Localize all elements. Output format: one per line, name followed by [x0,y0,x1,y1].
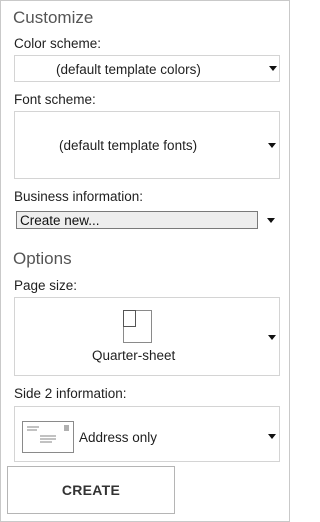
page-size-label: Page size: [14,278,78,293]
color-scheme-dropdown[interactable]: (default template colors) [14,55,280,82]
side2-info-value: Address only [79,430,158,445]
side2-info-label: Side 2 information: [14,386,127,401]
options-heading: Options [13,249,72,268]
chevron-down-icon[interactable] [267,218,275,223]
business-info-label: Business information: [14,189,144,204]
side2-info-dropdown[interactable]: Address only [14,406,280,462]
color-scheme-value: (default template colors) [56,62,201,77]
chevron-down-icon[interactable] [268,335,276,340]
create-button[interactable]: CREATE [7,466,175,514]
font-scheme-label: Font scheme: [14,92,96,107]
customize-heading: Customize [13,8,94,27]
business-info-dropdown[interactable]: Create new... [16,211,258,229]
business-info-value: Create new... [20,213,100,228]
font-scheme-dropdown[interactable]: (default template fonts) [14,111,280,179]
address-card-icon [22,421,74,453]
chevron-down-icon[interactable] [269,66,277,71]
chevron-down-icon[interactable] [268,434,276,439]
customize-panel: Customize Color scheme: (default templat… [0,0,290,522]
page-size-value: Quarter-sheet [92,348,176,363]
color-scheme-label: Color scheme: [14,36,102,51]
font-scheme-value: (default template fonts) [59,138,198,153]
chevron-down-icon[interactable] [268,143,276,148]
quarter-sheet-page-icon [123,310,152,343]
page-size-dropdown[interactable]: Quarter-sheet [14,297,280,376]
